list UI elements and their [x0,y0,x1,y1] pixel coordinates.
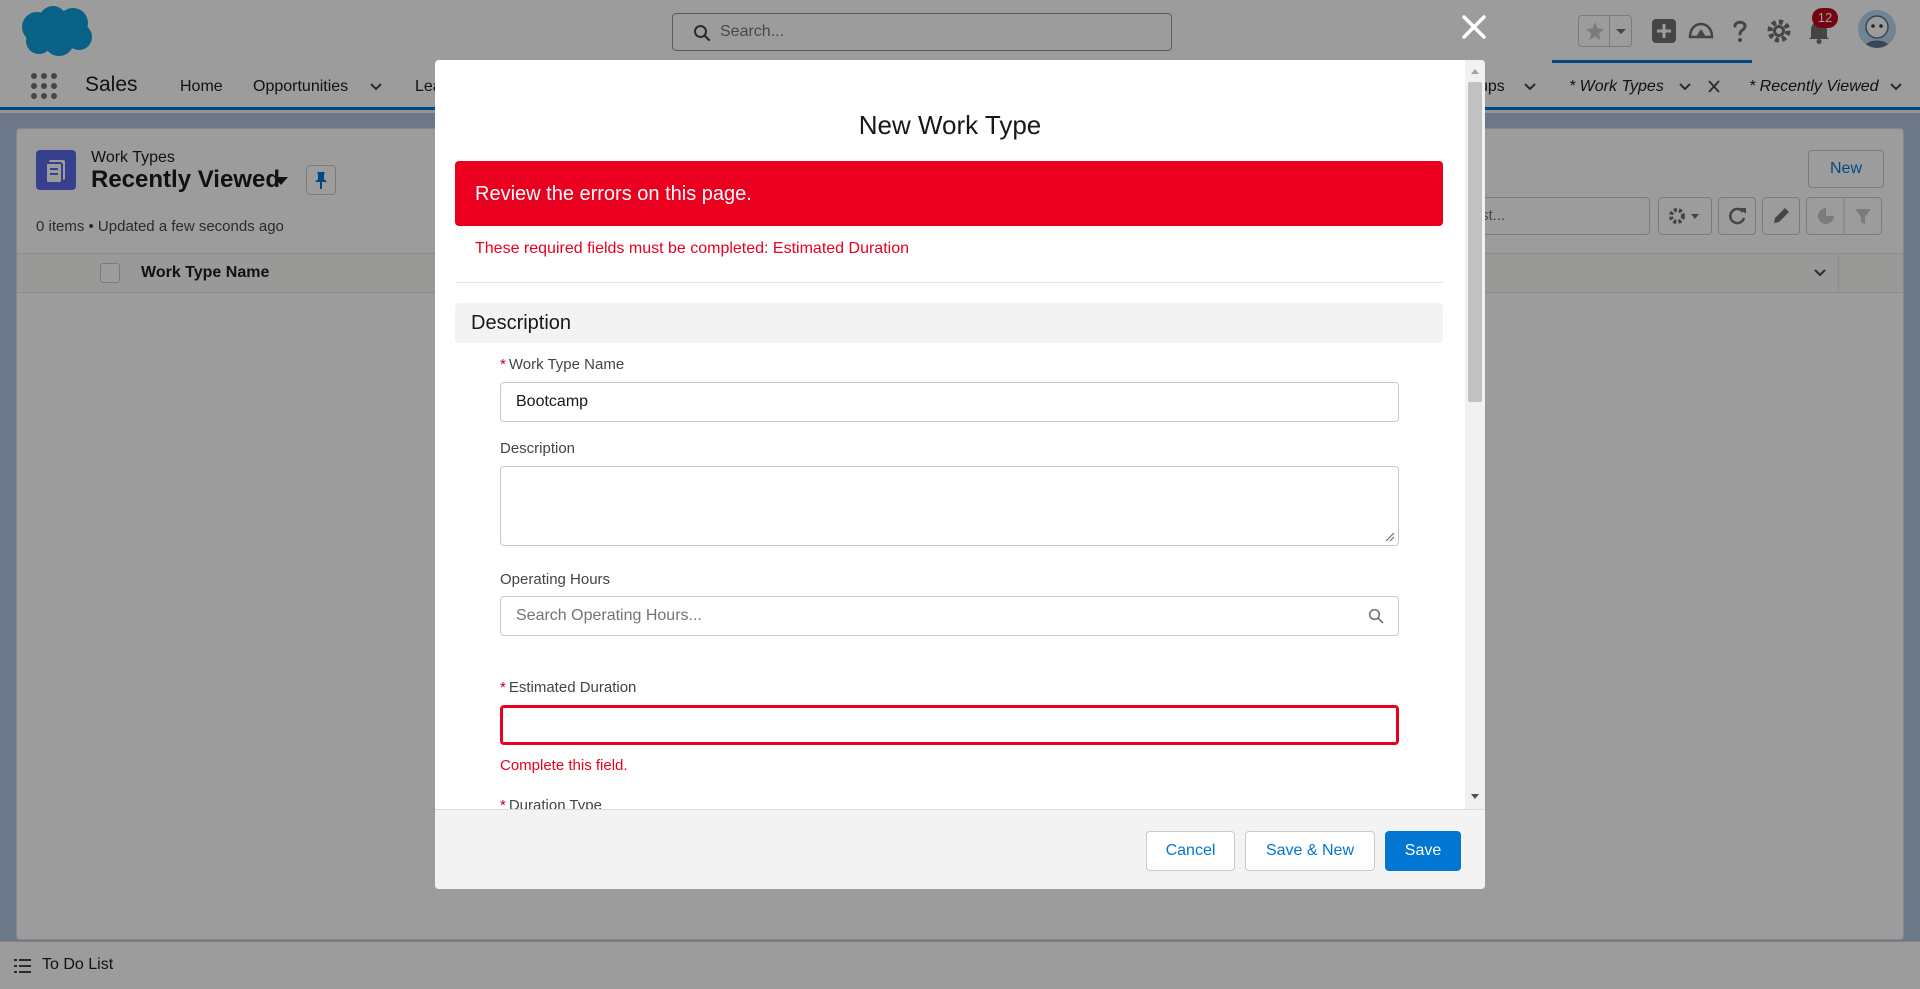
required-marker: * [500,679,506,696]
required-marker: * [500,797,506,809]
operating-hours-label: Operating Hours [500,571,611,588]
resize-handle-icon[interactable] [1385,532,1395,542]
required-marker: * [500,356,506,373]
save-button[interactable]: Save [1385,831,1461,871]
operating-hours-placeholder: Search Operating Hours... [516,607,702,624]
estimated-duration-error: Complete this field. [500,757,628,774]
estimated-duration-label: * Estimated Duration [500,679,636,696]
modal-title: New Work Type [858,110,1042,140]
save-and-new-button[interactable]: Save & New [1245,831,1375,871]
estimated-duration-input[interactable] [500,705,1399,745]
cancel-button[interactable]: Cancel [1146,831,1235,871]
duration-type-label: * Duration Type [500,797,602,809]
work-type-name-input[interactable]: Bootcamp [500,382,1399,422]
scrollbar-thumb[interactable] [1468,82,1482,402]
error-message: These required fields must be completed:… [475,240,909,257]
modal-body[interactable]: New Work Type Review the errors on this … [435,60,1485,809]
work-type-name-label-text: Work Type Name [508,356,625,373]
scroll-up-arrow-icon[interactable] [1469,66,1481,76]
error-banner: Review the errors on this page. [455,161,1443,226]
work-type-name-label: * Work Type Name [500,356,624,373]
new-work-type-modal: New Work Type Review the errors on this … [435,60,1485,889]
estimated-duration-label-text: Estimated Duration [508,679,637,696]
description-label: Description [500,440,576,457]
duration-type-label-text: Duration Type [508,797,602,809]
close-icon[interactable] [1460,13,1488,41]
divider [455,282,1443,283]
operating-hours-lookup[interactable]: Search Operating Hours... [500,596,1399,636]
description-textarea[interactable] [500,466,1399,546]
scroll-down-arrow-icon[interactable] [1469,792,1481,802]
section-header-description[interactable]: Description [455,303,1443,343]
search-icon [1368,608,1384,624]
